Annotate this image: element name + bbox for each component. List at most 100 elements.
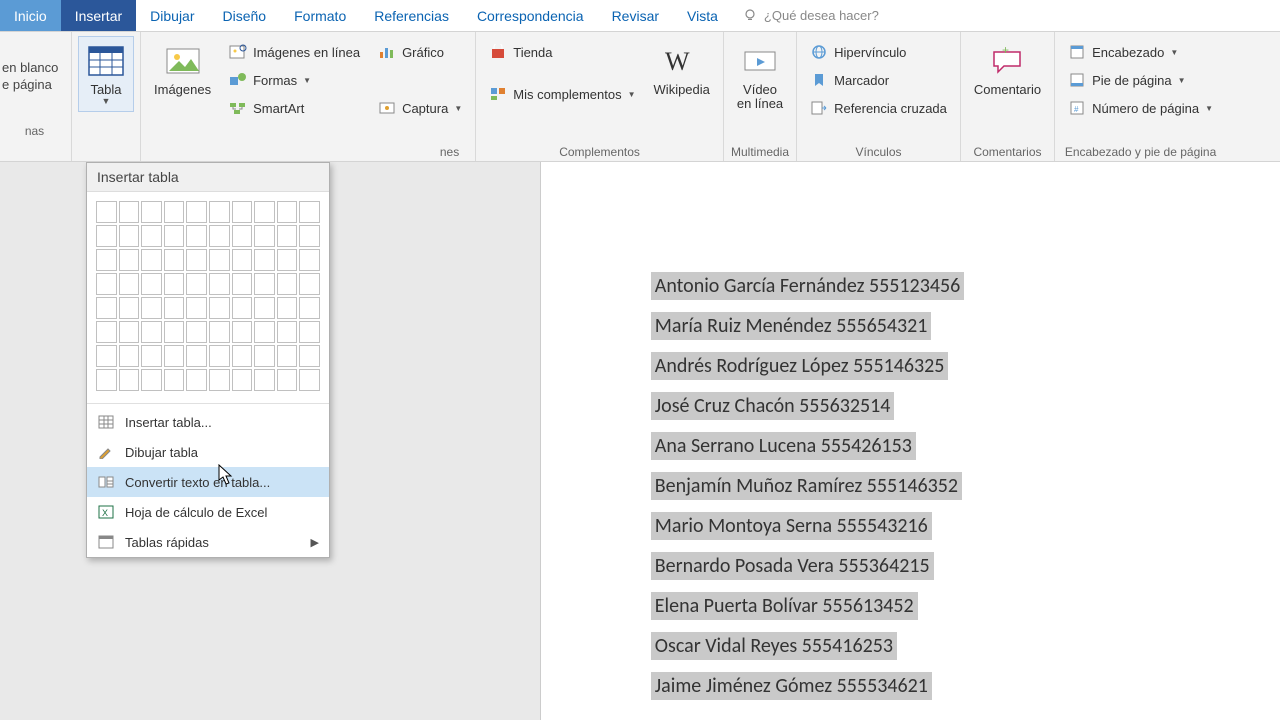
selected-text-line[interactable]: Jaime Jiménez Gómez 555534621	[651, 672, 932, 700]
grid-cell[interactable]	[254, 249, 275, 271]
excel-spreadsheet-item[interactable]: X Hoja de cálculo de Excel	[87, 497, 329, 527]
grid-cell[interactable]	[254, 273, 275, 295]
grid-cell[interactable]	[277, 369, 298, 391]
hipervinculo-button[interactable]: Hipervínculo	[805, 40, 952, 64]
grid-cell[interactable]	[299, 225, 320, 247]
grid-cell[interactable]	[209, 297, 230, 319]
grid-cell[interactable]	[232, 249, 253, 271]
referencia-cruzada-button[interactable]: Referencia cruzada	[805, 96, 952, 120]
grid-cell[interactable]	[164, 249, 185, 271]
grid-cell[interactable]	[96, 225, 117, 247]
selected-text-line[interactable]: Elena Puerta Bolívar 555613452	[651, 592, 918, 620]
grid-cell[interactable]	[186, 345, 207, 367]
grid-cell[interactable]	[277, 225, 298, 247]
grid-cell[interactable]	[209, 201, 230, 223]
grid-cell[interactable]	[209, 345, 230, 367]
grid-cell[interactable]	[141, 201, 162, 223]
wikipedia-button[interactable]: W Wikipedia	[647, 36, 717, 102]
grid-cell[interactable]	[254, 321, 275, 343]
marcador-button[interactable]: Marcador	[805, 68, 952, 92]
grid-cell[interactable]	[96, 321, 117, 343]
tab-diseno[interactable]: Diseño	[209, 0, 281, 31]
grid-cell[interactable]	[119, 225, 140, 247]
tell-me-search[interactable]: ¿Qué desea hacer?	[732, 0, 1280, 31]
grid-cell[interactable]	[96, 297, 117, 319]
selected-text-line[interactable]: Oscar Vidal Reyes 555416253	[651, 632, 897, 660]
grafico-button[interactable]: Gráfico	[373, 40, 467, 64]
grid-cell[interactable]	[232, 369, 253, 391]
grid-cell[interactable]	[96, 345, 117, 367]
captura-button[interactable]: Captura ▼	[373, 96, 467, 120]
grid-cell[interactable]	[186, 225, 207, 247]
grid-cell[interactable]	[299, 201, 320, 223]
grid-cell[interactable]	[164, 321, 185, 343]
tab-insertar[interactable]: Insertar	[61, 0, 136, 31]
mis-complementos-button[interactable]: Mis complementos ▼	[484, 82, 640, 106]
grid-cell[interactable]	[186, 297, 207, 319]
pie-de-pagina-button[interactable]: Pie de página ▼	[1063, 68, 1218, 92]
numero-de-pagina-button[interactable]: # Número de página ▼	[1063, 96, 1218, 120]
grid-cell[interactable]	[141, 249, 162, 271]
formas-button[interactable]: Formas ▼	[224, 68, 365, 92]
grid-cell[interactable]	[232, 201, 253, 223]
grid-cell[interactable]	[186, 249, 207, 271]
grid-cell[interactable]	[186, 369, 207, 391]
grid-cell[interactable]	[141, 345, 162, 367]
grid-cell[interactable]	[164, 345, 185, 367]
grid-cell[interactable]	[254, 225, 275, 247]
grid-cell[interactable]	[232, 273, 253, 295]
grid-cell[interactable]	[141, 225, 162, 247]
table-grid-picker[interactable]	[87, 192, 329, 400]
grid-cell[interactable]	[299, 321, 320, 343]
selected-text-line[interactable]: Antonio García Fernández 555123456	[651, 272, 964, 300]
draw-table-item[interactable]: Dibujar tabla	[87, 437, 329, 467]
grid-cell[interactable]	[299, 273, 320, 295]
grid-cell[interactable]	[164, 225, 185, 247]
selected-text-line[interactable]: Mario Montoya Serna 555543216	[651, 512, 932, 540]
grid-cell[interactable]	[232, 321, 253, 343]
grid-cell[interactable]	[96, 249, 117, 271]
grid-cell[interactable]	[232, 225, 253, 247]
grid-cell[interactable]	[119, 345, 140, 367]
grid-cell[interactable]	[186, 201, 207, 223]
grid-cell[interactable]	[299, 369, 320, 391]
selected-text-line[interactable]: María Ruiz Menéndez 555654321	[651, 312, 932, 340]
grid-cell[interactable]	[254, 297, 275, 319]
smartart-button[interactable]: SmartArt	[224, 96, 365, 120]
grid-cell[interactable]	[164, 297, 185, 319]
grid-cell[interactable]	[209, 225, 230, 247]
grid-cell[interactable]	[119, 249, 140, 271]
imagenes-button[interactable]: Imágenes	[147, 36, 218, 102]
grid-cell[interactable]	[96, 369, 117, 391]
tab-referencias[interactable]: Referencias	[360, 0, 463, 31]
tab-dibujar[interactable]: Dibujar	[136, 0, 208, 31]
grid-cell[interactable]	[141, 369, 162, 391]
grid-cell[interactable]	[277, 249, 298, 271]
imagenes-en-linea-button[interactable]: Imágenes en línea	[224, 40, 365, 64]
tab-formato[interactable]: Formato	[280, 0, 360, 31]
grid-cell[interactable]	[119, 297, 140, 319]
selected-text-line[interactable]: Ana Serrano Lucena 555426153	[651, 432, 916, 460]
grid-cell[interactable]	[186, 273, 207, 295]
grid-cell[interactable]	[209, 321, 230, 343]
document-page[interactable]: Antonio García Fernández 555123456 María …	[540, 162, 1280, 720]
tienda-button[interactable]: Tienda	[484, 40, 640, 64]
video-en-linea-button[interactable]: Vídeo en línea	[730, 36, 790, 117]
grid-cell[interactable]	[277, 297, 298, 319]
grid-cell[interactable]	[141, 297, 162, 319]
grid-cell[interactable]	[299, 345, 320, 367]
grid-cell[interactable]	[277, 201, 298, 223]
grid-cell[interactable]	[96, 201, 117, 223]
tabla-button[interactable]: Tabla ▼	[78, 36, 134, 112]
grid-cell[interactable]	[209, 273, 230, 295]
selected-text-line[interactable]: Bernardo Posada Vera 555364215	[651, 552, 934, 580]
selected-text-line[interactable]: José Cruz Chacón 555632514	[651, 392, 895, 420]
grid-cell[interactable]	[254, 369, 275, 391]
grid-cell[interactable]	[254, 201, 275, 223]
grid-cell[interactable]	[299, 249, 320, 271]
grid-cell[interactable]	[119, 321, 140, 343]
selected-text-line[interactable]: Benjamín Muñoz Ramírez 555146352	[651, 472, 962, 500]
grid-cell[interactable]	[277, 321, 298, 343]
grid-cell[interactable]	[277, 345, 298, 367]
comentario-button[interactable]: + Comentario	[967, 36, 1048, 102]
